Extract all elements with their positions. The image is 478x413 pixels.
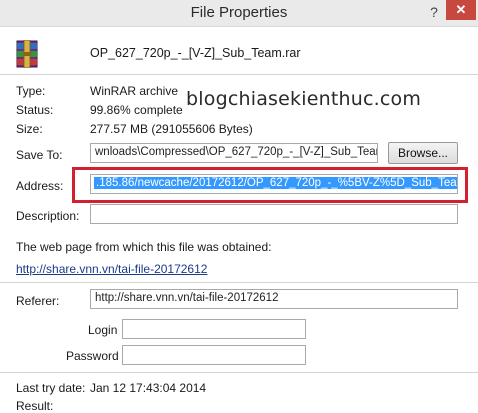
address-label: Address:	[16, 179, 64, 193]
status-value: 99.86% complete	[90, 103, 183, 117]
login-field[interactable]	[122, 319, 306, 339]
result-label: Result:	[16, 399, 54, 413]
watermark-text: blogchiasekienthuc.com	[186, 88, 422, 110]
webpage-label: The web page from which this file was ob…	[16, 240, 272, 254]
save-to-field[interactable]: wnloads\Compressed\OP_627_720p_-_[V-Z]_S…	[90, 143, 378, 163]
type-label: Type:	[16, 84, 46, 98]
type-value: WinRAR archive	[90, 84, 179, 98]
password-label: Password	[66, 349, 119, 363]
save-to-label: Save To:	[16, 148, 63, 162]
login-label: Login	[88, 323, 118, 337]
dialog-body: OP_627_720p_-_[V-Z]_Sub_Team.rar blogchi…	[0, 27, 478, 413]
winrar-archive-icon	[16, 40, 38, 68]
password-field[interactable]	[122, 345, 306, 365]
size-value: 277.57 MB (291055606 Bytes)	[90, 122, 253, 136]
size-label: Size:	[16, 122, 43, 136]
close-button[interactable]: ✕	[446, 0, 476, 20]
referer-label: Referer:	[16, 294, 60, 308]
description-field[interactable]	[90, 204, 458, 224]
last-try-value: Jan 12 17:43:04 2014	[90, 381, 207, 395]
description-label: Description:	[16, 209, 80, 223]
file-name: OP_627_720p_-_[V-Z]_Sub_Team.rar	[90, 46, 301, 60]
title-bar: File Properties ? ✕	[0, 0, 478, 27]
status-label: Status:	[16, 103, 54, 117]
help-button[interactable]: ?	[424, 3, 444, 21]
red-highlight-frame	[72, 167, 468, 203]
separator	[0, 282, 478, 283]
webpage-link[interactable]: http://share.vnn.vn/tai-file-20172612	[16, 262, 207, 276]
last-try-label: Last try date:	[16, 381, 86, 395]
separator	[0, 372, 478, 373]
browse-button[interactable]: Browse...	[388, 142, 458, 164]
separator	[0, 74, 478, 75]
referer-field[interactable]: http://share.vnn.vn/tai-file-20172612	[90, 289, 458, 309]
window-title: File Properties	[190, 4, 288, 21]
